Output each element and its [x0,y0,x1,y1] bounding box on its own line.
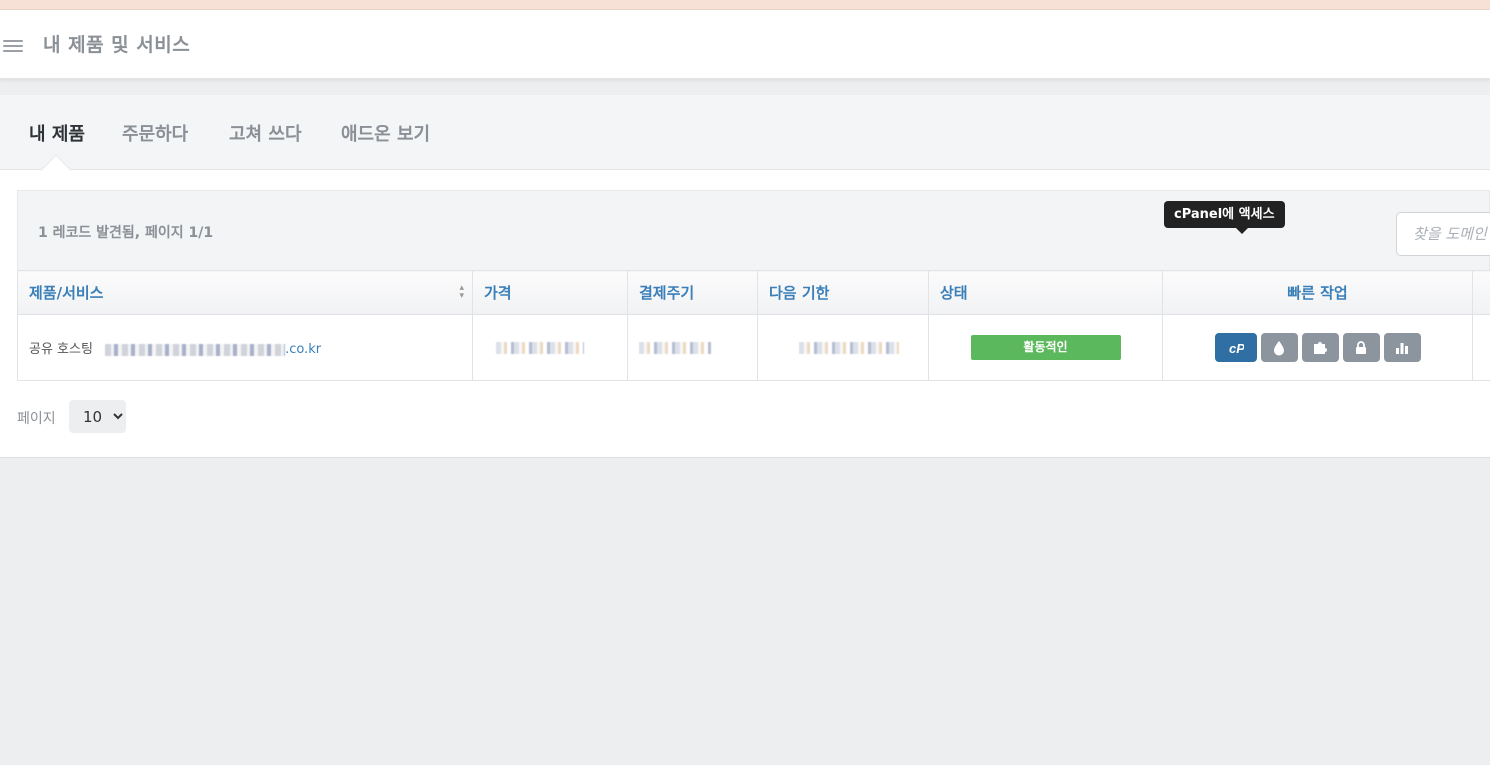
addons-button[interactable] [1301,333,1339,362]
redacted-billing-cycle [639,341,711,354]
billing-cycle-cell [627,314,758,381]
svg-text:cP: cP [1229,341,1244,356]
column-header-next-due[interactable]: 다음 기한 [757,270,929,315]
tab-order[interactable]: 주문하다 [122,120,188,146]
cpanel-tooltip: cPanel에 액세스 [1164,201,1285,228]
page-title: 내 제품 및 서비스 [43,34,191,56]
product-group: 공유 호스팅 [29,342,93,357]
page-size-select[interactable]: 10 [69,400,126,433]
status-badge: 활동적인 [970,335,1121,360]
ssl-button[interactable] [1342,333,1380,362]
column-header-quick-actions: 빠른 작업 [1162,270,1473,315]
extra-cell [1472,314,1490,381]
page-header: 내 제품 및 서비스 [0,10,1490,79]
status-cell: 활동적인 [928,314,1163,381]
table-header-row: 제품/서비스 ▴ ▾ 가격 결제주기 다음 기한 상태 빠른 작업 [17,270,1490,315]
next-due-cell [757,314,929,381]
drop-icon [1274,340,1284,355]
column-header-product[interactable]: 제품/서비스 ▴ ▾ [17,270,473,315]
active-tab-indicator [40,154,72,186]
column-header-price[interactable]: 가격 [472,270,628,315]
products-table: 제품/서비스 ▴ ▾ 가격 결제주기 다음 기한 상태 빠른 작업 공유 호스팅 … [17,270,1490,381]
webmail-button[interactable] [1260,333,1298,362]
bar-chart-icon [1396,342,1408,354]
page-size-label: 페이지 [17,411,56,427]
stats-button[interactable] [1383,333,1421,362]
column-header-extra [1472,270,1490,315]
product-cell[interactable]: 공유 호스팅 .co.kr [17,314,473,381]
table-row[interactable]: 공유 호스팅 .co.kr 활동적인 cP [17,314,1490,381]
cpanel-login-button[interactable]: cP [1214,333,1257,362]
quick-actions-cell: cP [1162,314,1473,381]
tab-view-addons[interactable]: 애드온 보기 [341,120,430,146]
tab-my-products[interactable]: 내 제품 [29,120,85,146]
sort-icon[interactable]: ▴ ▾ [459,284,464,301]
tooltip-arrow [1236,228,1248,234]
top-notice-strip [0,0,1490,10]
product-domain[interactable]: .co.kr [285,342,321,357]
puzzle-icon [1314,341,1327,354]
quick-actions: cP [1174,333,1461,362]
redacted-domain [105,343,286,356]
tab-upgrade[interactable]: 고쳐 쓰다 [229,120,302,146]
column-header-status[interactable]: 상태 [928,270,1163,315]
redacted-next-due [799,341,899,354]
tab-bar: 내 제품 주문하다 고쳐 쓰다 애드온 보기 [0,95,1490,186]
redacted-price [496,341,584,354]
cpanel-icon: cP [1229,341,1244,356]
lock-icon [1356,340,1366,354]
column-header-billing-cycle[interactable]: 결제주기 [627,270,758,315]
hamburger-icon[interactable] [3,40,23,53]
products-panel: 내 제품 주문하다 고쳐 쓰다 애드온 보기 1 레코드 발견됨, 페이지 1/… [0,95,1490,458]
record-count: 1 레코드 발견됨, 페이지 1/1 [38,225,214,241]
domain-search-input[interactable] [1396,212,1490,256]
price-cell [472,314,628,381]
